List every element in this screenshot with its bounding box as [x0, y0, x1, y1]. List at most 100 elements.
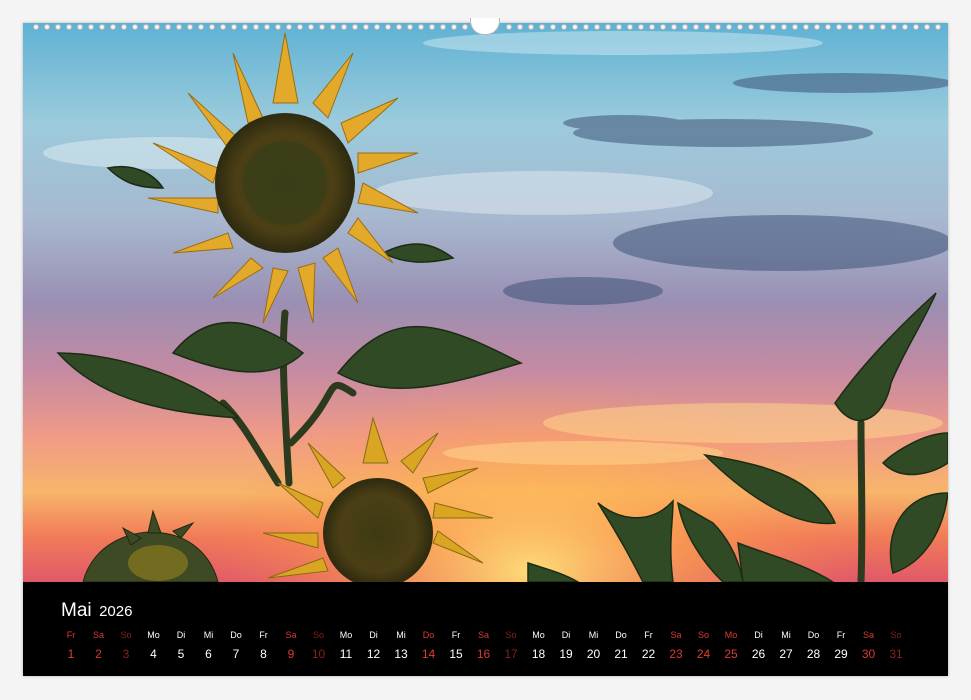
weekday-label: Sa [285, 630, 297, 640]
binding-hole [209, 24, 215, 30]
day-number: 14 [421, 647, 436, 661]
calendar-grid: Mai 2026 Fr 1 Sa 2 So 3 Mo 4 Di 5 Mi 6 Do 7 Fr 8 Sa 9 So 10… [23, 582, 948, 676]
binding-hole [297, 24, 303, 30]
month-heading: Mai 2026 [61, 600, 132, 622]
weekday-label: Mi [396, 630, 406, 640]
binding-hole [253, 24, 259, 30]
day-number: 25 [724, 647, 738, 661]
weekday-label: Di [369, 630, 378, 640]
binding-hole [726, 24, 732, 30]
day-cell: Mo 4 [141, 629, 167, 661]
day-number: 18 [531, 647, 546, 661]
weekday-label: So [890, 630, 902, 640]
binding-hole [737, 24, 743, 30]
binding-hole [407, 24, 413, 30]
year-label: 2026 [99, 603, 133, 620]
binding-hole [121, 24, 127, 30]
binding-hole [924, 24, 930, 30]
day-number: 11 [339, 647, 353, 661]
day-number: 8 [260, 647, 267, 661]
binding-hole [825, 24, 831, 30]
binding-hole [77, 24, 83, 30]
day-cell: Sa 2 [86, 629, 112, 661]
wire-binding [23, 18, 948, 35]
weekday-label: Mo [724, 630, 738, 640]
day-cell: So 24 [691, 629, 717, 661]
binding-hole [913, 24, 919, 30]
day-cell: Di 19 [553, 629, 579, 661]
day-cell: Mo 11 [333, 629, 359, 661]
day-cell: So 17 [498, 629, 524, 661]
day-number: 12 [366, 647, 381, 661]
day-cell: Fr 1 [58, 629, 84, 661]
binding-hole [902, 24, 908, 30]
day-cell: Fr 29 [828, 629, 854, 661]
binding-hole [550, 24, 556, 30]
binding-hole [341, 24, 347, 30]
binding-hole [935, 24, 941, 30]
binding-hole [352, 24, 358, 30]
day-cell: Sa 23 [663, 629, 689, 661]
day-number: 15 [449, 647, 463, 661]
weekday-label: So [312, 630, 324, 640]
binding-hole [693, 24, 699, 30]
day-cell: Mi 13 [388, 629, 414, 661]
day-number: 22 [641, 647, 656, 661]
weekday-label: Sa [670, 630, 682, 640]
binding-hole [275, 24, 281, 30]
weekday-label: Mi [203, 630, 214, 640]
binding-hole [330, 24, 336, 30]
binding-hole [539, 24, 545, 30]
binding-hole [88, 24, 94, 30]
day-cell: Do 14 [416, 629, 442, 661]
day-number: 21 [614, 647, 628, 661]
binding-hole [451, 24, 457, 30]
day-number: 26 [751, 647, 766, 661]
binding-hole [242, 24, 248, 30]
weekday-label: Mi [781, 630, 791, 640]
weekday-label: Do [422, 630, 435, 640]
binding-hole [264, 24, 270, 30]
weekday-label: Mo [339, 630, 353, 640]
binding-hole [759, 24, 765, 30]
binding-hole [44, 24, 50, 30]
binding-hole [869, 24, 875, 30]
binding-hole [605, 24, 611, 30]
day-cell: Mi 20 [581, 629, 607, 661]
day-number: 6 [205, 647, 212, 661]
weekday-label: Fr [644, 630, 653, 640]
binding-hole [616, 24, 622, 30]
binding-hole [385, 24, 391, 30]
binding-hole [847, 24, 853, 30]
binding-hole [814, 24, 820, 30]
weekday-label: Do [230, 630, 242, 640]
day-cell: So 3 [113, 629, 139, 661]
binding-hole [132, 24, 138, 30]
day-cell: Do 21 [608, 629, 634, 661]
day-cell: Di 5 [168, 629, 194, 661]
day-cell: Sa 30 [856, 629, 882, 661]
weekday-label: Di [176, 630, 186, 640]
day-number: 24 [696, 647, 711, 661]
weekday-label: Do [615, 630, 627, 640]
day-cell: Sa 9 [278, 629, 304, 661]
binding-hole [671, 24, 677, 30]
day-number: 31 [889, 647, 903, 661]
weekday-label: Fr [836, 630, 846, 640]
day-cell: Fr 8 [251, 629, 277, 661]
binding-hole [363, 24, 369, 30]
day-number: 4 [150, 647, 157, 661]
binding-hole [198, 24, 204, 30]
day-cell: Di 26 [746, 629, 772, 661]
day-cell: Mi 27 [773, 629, 799, 661]
binding-hole [165, 24, 171, 30]
binding-hole [627, 24, 633, 30]
binding-hole [858, 24, 864, 30]
weekday-label: Mi [588, 630, 599, 640]
binding-hole [649, 24, 655, 30]
binding-hole [66, 24, 72, 30]
day-cell: So 31 [883, 629, 909, 661]
binding-hole [836, 24, 842, 30]
binding-hole [781, 24, 787, 30]
day-cell: Fr 22 [636, 629, 662, 661]
